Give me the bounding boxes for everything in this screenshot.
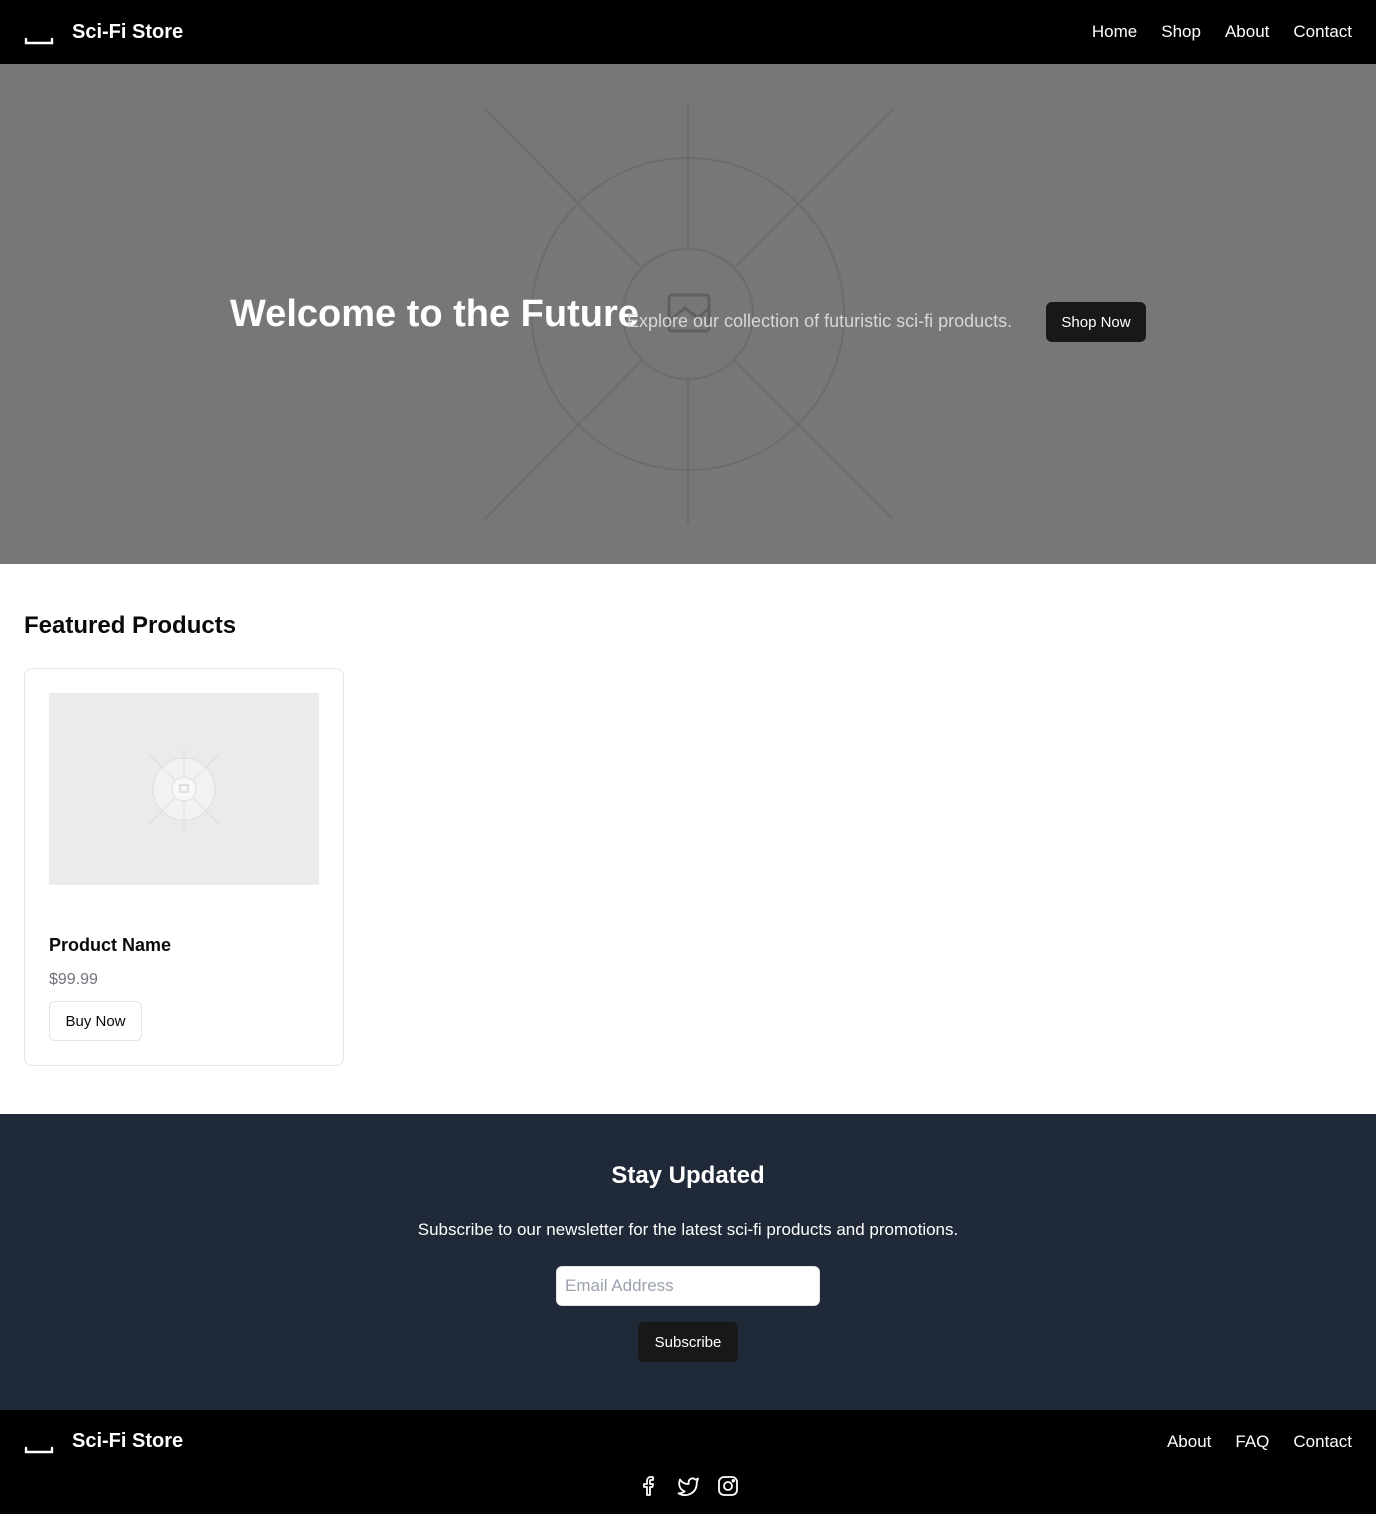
social-links: [0, 1474, 1376, 1498]
nav-shop[interactable]: Shop: [1161, 22, 1201, 42]
footer-brand-name: Sci-Fi Store: [72, 1429, 184, 1452]
buy-now-button[interactable]: Buy Now: [49, 1001, 142, 1041]
rocket-icon: [24, 1426, 54, 1456]
featured-title: Featured Products: [24, 612, 237, 639]
product-card: Product Name $99.99 Buy Now: [24, 668, 344, 1066]
email-input[interactable]: [556, 1266, 820, 1306]
nav-contact[interactable]: Contact: [1293, 22, 1352, 42]
shop-now-button[interactable]: Shop Now: [1046, 302, 1146, 342]
newsletter-title: Stay Updated: [611, 1162, 765, 1189]
rocket-icon: [24, 17, 54, 47]
facebook-icon[interactable]: [636, 1474, 660, 1498]
instagram-icon[interactable]: [716, 1474, 740, 1498]
subscribe-button[interactable]: Subscribe: [638, 1322, 738, 1362]
hero-banner: Welcome to the Future Explore our collec…: [0, 64, 1376, 564]
nav-about[interactable]: About: [1225, 22, 1269, 42]
newsletter-section: Stay Updated Subscribe to our newsletter…: [0, 1114, 1376, 1410]
site-header: Sci-Fi Store Home Shop About Contact: [0, 0, 1376, 64]
image-placeholder-icon: [148, 748, 220, 830]
brand[interactable]: Sci-Fi Store: [24, 17, 183, 47]
hero-title: Welcome to the Future: [230, 293, 639, 335]
footer-brand[interactable]: Sci-Fi Store: [24, 1426, 183, 1456]
twitter-icon[interactable]: [676, 1474, 700, 1498]
product-price: $99.99: [49, 971, 98, 988]
product-image[interactable]: [49, 693, 319, 885]
product-name: Product Name: [49, 935, 172, 955]
site-footer: Sci-Fi Store About FAQ Contact: [0, 1410, 1376, 1514]
brand-name: Sci-Fi Store: [72, 20, 184, 43]
footer-nav-faq[interactable]: FAQ: [1235, 1432, 1269, 1452]
footer-nav: About FAQ Contact: [1167, 1432, 1352, 1452]
newsletter-subtitle: Subscribe to our newsletter for the late…: [417, 1220, 959, 1239]
footer-nav-contact[interactable]: Contact: [1293, 1432, 1352, 1452]
footer-nav-about[interactable]: About: [1167, 1432, 1211, 1452]
nav-home[interactable]: Home: [1092, 22, 1137, 42]
hero-subtitle: Explore our collection of futuristic sci…: [627, 311, 1013, 331]
main-nav: Home Shop About Contact: [1092, 22, 1352, 42]
